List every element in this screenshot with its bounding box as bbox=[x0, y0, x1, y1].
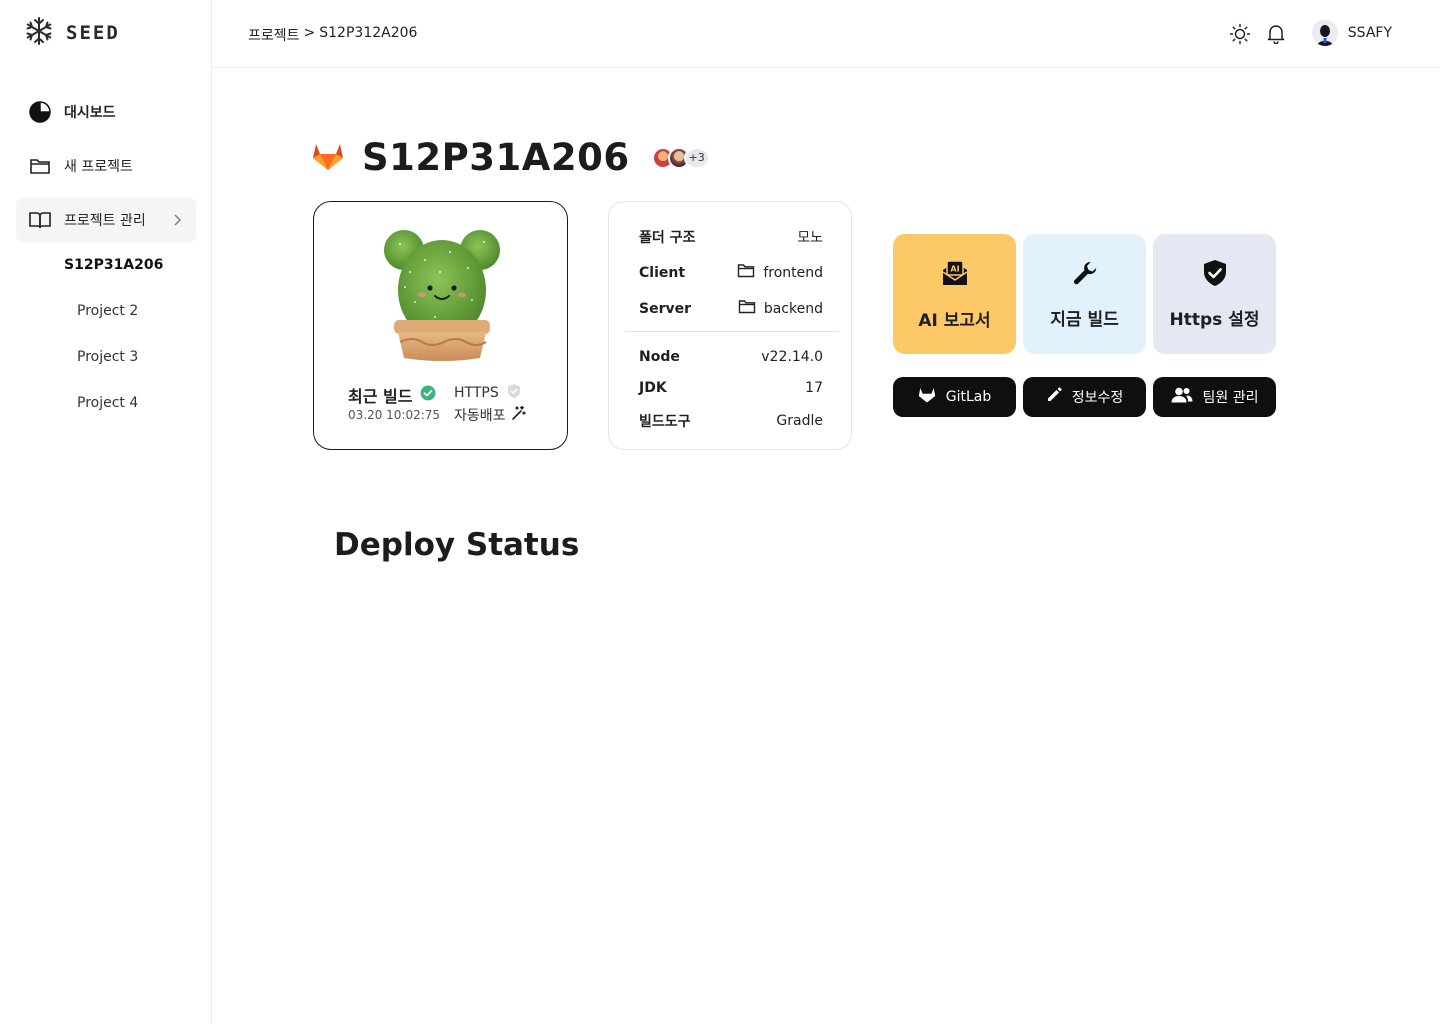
https-label: HTTPS bbox=[454, 385, 499, 401]
info-row-client: Client frontend bbox=[639, 263, 823, 282]
info-value: Gradle bbox=[776, 413, 823, 429]
snowflake-icon bbox=[24, 16, 54, 50]
check-circle-icon bbox=[420, 385, 436, 405]
ai-report-label: AI 보고서 bbox=[918, 310, 991, 331]
https-settings-button[interactable]: Https 설정 bbox=[1153, 234, 1276, 354]
recent-build-label: 최근 빌드 bbox=[348, 383, 436, 407]
info-key: JDK bbox=[639, 380, 667, 396]
folder-icon bbox=[737, 263, 755, 282]
auto-deploy-label: 자동배포 bbox=[454, 408, 506, 424]
logo-text: SEED bbox=[66, 22, 120, 44]
info-row-node: Node v22.14.0 bbox=[639, 349, 823, 365]
user-menu[interactable]: SSAFY bbox=[1311, 20, 1392, 46]
info-value: 모노 bbox=[797, 230, 823, 246]
bell-icon[interactable] bbox=[1264, 22, 1288, 46]
member-avatars[interactable]: +3 bbox=[651, 146, 710, 169]
info-row-build-tool: 빌드도구 Gradle bbox=[639, 411, 823, 431]
edit-info-label: 정보수정 bbox=[1071, 390, 1124, 406]
app-logo[interactable]: SEED bbox=[24, 16, 120, 50]
build-status-card[interactable]: 최근 빌드 03.20 10:02:75 HTTPS 자동배포 bbox=[313, 201, 568, 450]
ai-report-button[interactable]: AI AI 보고서 bbox=[893, 234, 1016, 354]
https-settings-label: Https 설정 bbox=[1169, 309, 1260, 330]
sidebar-project-item[interactable]: S12P31A206 bbox=[64, 257, 163, 273]
https-status: HTTPS bbox=[454, 383, 521, 403]
info-value: 17 bbox=[805, 380, 823, 396]
project-info-card: 폴더 구조 모노 Client frontend Server backend … bbox=[608, 201, 852, 450]
wrench-icon bbox=[1071, 259, 1099, 291]
cactus-mascot-image bbox=[380, 222, 504, 362]
folder-icon bbox=[28, 154, 52, 178]
pencil-icon bbox=[1046, 387, 1062, 407]
team-manage-label: 팀원 관리 bbox=[1202, 390, 1259, 406]
build-now-label: 지금 빌드 bbox=[1050, 309, 1119, 330]
info-value: v22.14.0 bbox=[761, 349, 823, 365]
project-header: S12P31A206 +3 bbox=[312, 136, 710, 179]
sidebar-project-item[interactable]: Project 4 bbox=[77, 395, 138, 411]
info-key: Server bbox=[639, 300, 692, 317]
gitlab-button[interactable]: GitLab bbox=[893, 377, 1016, 417]
pie-chart-icon bbox=[28, 100, 52, 124]
sidebar-item-label: 새 프로젝트 bbox=[64, 159, 133, 175]
shield-check-icon bbox=[1202, 259, 1228, 291]
breadcrumb-parent[interactable]: 프로젝트 bbox=[248, 25, 300, 45]
sidebar-item-label: 대시보드 bbox=[64, 105, 116, 121]
folder-icon bbox=[738, 299, 756, 318]
info-row-folder-structure: 폴더 구조 모노 bbox=[639, 227, 823, 247]
user-name: SSAFY bbox=[1347, 25, 1392, 41]
svg-text:AI: AI bbox=[950, 264, 959, 273]
sidebar-project-item[interactable]: Project 2 bbox=[77, 303, 138, 319]
breadcrumb-current: S12P312A206 bbox=[319, 25, 418, 41]
info-row-jdk: JDK 17 bbox=[639, 380, 823, 396]
avatar bbox=[1311, 20, 1338, 46]
shield-check-icon bbox=[507, 383, 521, 403]
team-manage-button[interactable]: 팀원 관리 bbox=[1153, 377, 1276, 417]
sidebar: SEED 대시보드 새 프로젝트 프로젝트 관리 S12P31A206 Proj… bbox=[0, 0, 212, 1024]
build-now-button[interactable]: 지금 빌드 bbox=[1023, 234, 1146, 354]
sidebar-item-dashboard[interactable]: 대시보드 bbox=[16, 89, 196, 135]
chevron-right-icon bbox=[172, 212, 182, 231]
sidebar-item-new-project[interactable]: 새 프로젝트 bbox=[16, 143, 196, 189]
more-members-badge[interactable]: +3 bbox=[683, 146, 710, 169]
sidebar-project-item[interactable]: Project 3 bbox=[77, 349, 138, 365]
book-icon bbox=[28, 208, 52, 232]
recent-build-text: 최근 빌드 bbox=[348, 387, 413, 406]
gitlab-label: GitLab bbox=[945, 389, 992, 405]
sidebar-item-label: 프로젝트 관리 bbox=[64, 213, 146, 229]
users-icon bbox=[1171, 387, 1193, 407]
edit-info-button[interactable]: 정보수정 bbox=[1023, 377, 1146, 417]
info-row-server: Server backend bbox=[639, 299, 823, 318]
info-key: 빌드도구 bbox=[639, 414, 691, 430]
info-key: Node bbox=[639, 349, 680, 365]
sun-icon[interactable] bbox=[1228, 22, 1252, 46]
server-folder-name: backend bbox=[763, 300, 823, 317]
top-header: 프로젝트 > S12P312A206 SSAFY bbox=[212, 0, 1440, 68]
info-key: Client bbox=[639, 264, 686, 281]
breadcrumb: 프로젝트 > S12P312A206 bbox=[248, 25, 417, 45]
info-key: 폴더 구조 bbox=[639, 230, 696, 246]
breadcrumb-separator: > bbox=[303, 25, 316, 41]
info-value: backend bbox=[738, 299, 823, 318]
divider bbox=[625, 331, 839, 332]
ai-mail-icon: AI bbox=[940, 258, 970, 292]
gitlab-logo-icon bbox=[312, 141, 344, 175]
info-value: frontend bbox=[737, 263, 823, 282]
sidebar-item-project-manage[interactable]: 프로젝트 관리 bbox=[16, 197, 196, 243]
deploy-status-heading: Deploy Status bbox=[334, 527, 580, 563]
auto-deploy-status: 자동배포 bbox=[454, 405, 526, 425]
magic-wand-icon bbox=[510, 405, 526, 425]
recent-build-time: 03.20 10:02:75 bbox=[348, 408, 441, 422]
client-folder-name: frontend bbox=[763, 264, 823, 281]
gitlab-icon bbox=[918, 387, 936, 407]
project-title: S12P31A206 bbox=[362, 136, 630, 179]
